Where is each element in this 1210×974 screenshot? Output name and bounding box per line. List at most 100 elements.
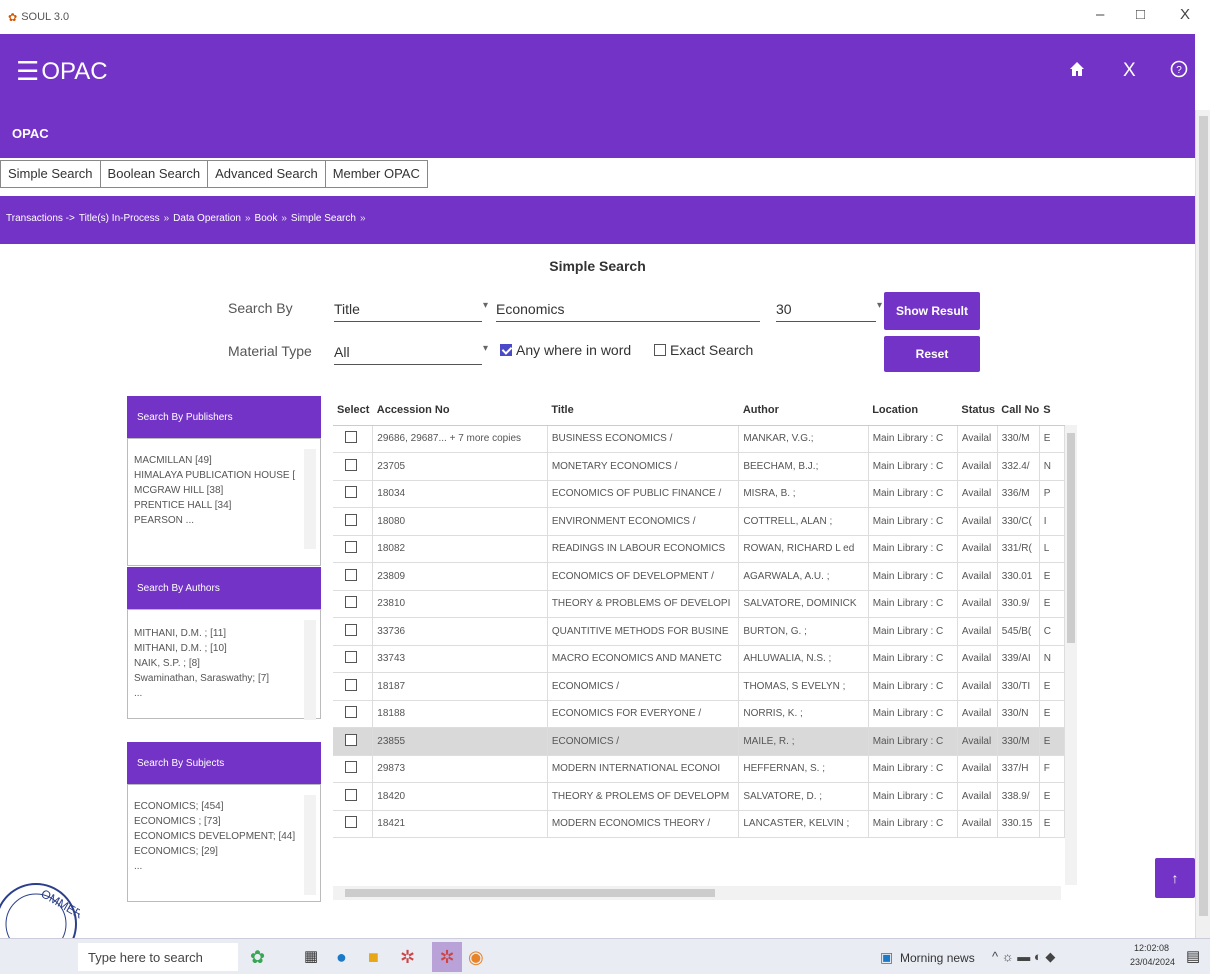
row-checkbox[interactable] <box>345 761 357 774</box>
facet-item[interactable]: MACMILLAN [49] <box>128 453 298 468</box>
task-view-icon[interactable]: ▦ <box>304 947 318 965</box>
row-checkbox[interactable] <box>345 816 357 829</box>
table-row[interactable]: 29686, 29687... + 7 more copies BUSINESS … <box>333 425 1065 453</box>
home-icon[interactable] <box>1068 60 1086 84</box>
facet-item[interactable]: NAIK, S.P. ; [8] <box>128 656 298 671</box>
table-row[interactable]: 23855 ECONOMICS / MAILE, R. ; Main Library … <box>333 727 1065 756</box>
table-vertical-scrollbar-thumb[interactable] <box>1067 433 1075 643</box>
facet-item[interactable]: HIMALAYA PUBLICATION HOUSE [ <box>128 468 298 483</box>
row-checkbox[interactable] <box>345 541 357 554</box>
notification-icon[interactable]: ▤ <box>1186 947 1200 965</box>
tab-advanced-search[interactable]: Advanced Search <box>208 160 326 188</box>
close-icon[interactable]: X <box>1123 60 1136 82</box>
table-horizontal-scrollbar[interactable] <box>333 886 1061 900</box>
table-row[interactable]: 18034 ECONOMICS OF PUBLIC FINANCE / MISRA,… <box>333 480 1065 508</box>
tab-simple-search[interactable]: Simple Search <box>0 160 101 188</box>
facet-scrollbar[interactable] <box>304 449 316 549</box>
checkbox-checked-icon[interactable] <box>500 344 512 356</box>
taskbar-search-box[interactable]: Type here to search <box>78 943 238 971</box>
file-explorer-icon[interactable]: ■ <box>368 947 379 968</box>
tab-boolean-search[interactable]: Boolean Search <box>100 160 209 188</box>
hamburger-icon[interactable]: ☰ <box>16 56 39 87</box>
facet-item[interactable]: MCGRAW HILL [38] <box>128 483 298 498</box>
maximize-button[interactable]: □ <box>1136 6 1145 23</box>
row-checkbox[interactable] <box>345 568 357 581</box>
facet-item[interactable]: MITHANI, D.M. ; [11] <box>128 626 298 641</box>
table-row[interactable]: 33736 QUANTITIVE METHODS FOR BUSINE BURTON… <box>333 617 1065 646</box>
row-checkbox[interactable] <box>345 596 357 609</box>
row-checkbox[interactable] <box>345 651 357 664</box>
table-vertical-scrollbar[interactable] <box>1065 425 1077 885</box>
facet-item[interactable]: ECONOMICS ; [73] <box>128 814 298 829</box>
table-row[interactable]: 18187 ECONOMICS / THOMAS, S EVELYN ; Main L… <box>333 672 1065 701</box>
exact-search-checkbox[interactable]: Exact Search <box>654 342 753 358</box>
table-row[interactable]: 29873 MODERN INTERNATIONAL ECONOI HEFFERNA… <box>333 755 1065 783</box>
row-checkbox[interactable] <box>345 458 357 471</box>
breadcrumb-item[interactable]: Book <box>255 213 278 244</box>
search-by-select[interactable]: Title ▾ <box>334 298 488 322</box>
column-header[interactable]: Select <box>333 395 373 426</box>
facet-scrollbar[interactable] <box>304 795 316 895</box>
breadcrumb-item[interactable]: Transactions -> <box>6 213 75 244</box>
clock-time[interactable]: 12:02:08 <box>1134 943 1169 953</box>
row-checkbox[interactable] <box>345 788 357 801</box>
news-icon[interactable]: ▣ <box>880 949 893 966</box>
system-tray-icon[interactable]: ^ ☼ ▬ ◐ ◆ <box>992 949 1055 965</box>
table-row[interactable]: 23705 MONETARY ECONOMICS / BEECHAM, B.J.; M… <box>333 452 1065 481</box>
facet-item[interactable]: ... <box>128 686 298 701</box>
soul-app-active-icon[interactable]: ✲ <box>432 942 462 972</box>
table-row[interactable]: 23809 ECONOMICS OF DEVELOPMENT / AGARWALA,… <box>333 562 1065 591</box>
minimize-button[interactable]: – <box>1096 6 1104 23</box>
table-row[interactable]: 18421 MODERN ECONOMICS THEORY / LANCASTER,… <box>333 810 1065 838</box>
table-row[interactable]: 33743 MACRO ECONOMICS AND MANETC AHLUWALIA… <box>333 645 1065 673</box>
facet-item[interactable]: ECONOMICS; [454] <box>128 799 298 814</box>
reset-button[interactable]: Reset <box>884 336 980 372</box>
row-checkbox[interactable] <box>345 706 357 719</box>
help-icon[interactable]: ? <box>1170 60 1188 84</box>
row-checkbox[interactable] <box>345 513 357 526</box>
facet-item[interactable]: ... <box>128 859 298 874</box>
breadcrumb-item[interactable]: Simple Search <box>291 213 356 244</box>
table-row[interactable]: 18082 READINGS IN LABOUR ECONOMICS ROWAN, … <box>333 535 1065 563</box>
close-window-button[interactable]: X <box>1180 6 1190 23</box>
facet-item[interactable]: MITHANI, D.M. ; [10] <box>128 641 298 656</box>
news-label[interactable]: Morning news <box>900 951 975 965</box>
breadcrumb-item[interactable]: Title(s) In-Process <box>79 213 160 244</box>
row-checkbox[interactable] <box>345 733 357 746</box>
facet-item[interactable]: ECONOMICS; [29] <box>128 844 298 859</box>
table-row[interactable]: 18188 ECONOMICS FOR EVERYONE / NORRIS, K. … <box>333 700 1065 728</box>
tab-member-opac[interactable]: Member OPAC <box>325 160 428 188</box>
checkbox-icon[interactable] <box>654 344 666 356</box>
row-checkbox[interactable] <box>345 486 357 499</box>
material-type-select[interactable]: All ▾ <box>334 341 488 365</box>
anywhere-checkbox[interactable]: Any where in word <box>500 342 631 358</box>
scroll-to-top-button[interactable]: ↑ <box>1155 858 1195 898</box>
keyword-input[interactable]: Economics <box>496 298 760 322</box>
row-checkbox[interactable] <box>345 678 357 691</box>
facet-item[interactable]: PEARSON ... <box>128 513 298 528</box>
result-count-select[interactable]: 30 ▾ <box>776 298 882 322</box>
table-row[interactable]: 18080 ENVIRONMENT ECONOMICS / COTTRELL, AL… <box>333 507 1065 536</box>
row-checkbox[interactable] <box>345 623 357 636</box>
facet-scrollbar[interactable] <box>304 620 316 720</box>
page-scrollbar-thumb[interactable] <box>1199 116 1208 916</box>
table-row[interactable]: 23810 THEORY & PROBLEMS OF DEVELOPI SALVAT… <box>333 590 1065 618</box>
table-horizontal-scrollbar-thumb[interactable] <box>345 889 715 897</box>
page-scrollbar[interactable] <box>1195 110 1210 938</box>
column-header[interactable]: Author <box>738 395 869 426</box>
row-checkbox[interactable] <box>345 431 357 444</box>
edge-browser-icon[interactable]: ● <box>336 947 347 968</box>
widget-icon[interactable]: ✿ <box>250 947 265 968</box>
column-header[interactable]: Status <box>957 395 998 426</box>
facet-item[interactable]: ECONOMICS DEVELOPMENT; [44] <box>128 829 298 844</box>
facet-item[interactable]: PRENTICE HALL [34] <box>128 498 298 513</box>
column-header[interactable]: Title <box>547 395 739 426</box>
facet-item[interactable]: Swaminathan, Saraswathy; [7] <box>128 671 298 686</box>
show-result-button[interactable]: Show Result <box>884 292 980 330</box>
clock-date[interactable]: 23/04/2024 <box>1130 957 1175 967</box>
menu-button[interactable]: ☰ OPAC <box>16 56 108 87</box>
column-header[interactable]: Location <box>868 395 958 426</box>
column-header[interactable]: Call No <box>997 395 1040 426</box>
soul-app-icon[interactable]: ✲ <box>400 947 415 968</box>
column-header[interactable]: S <box>1039 395 1065 426</box>
